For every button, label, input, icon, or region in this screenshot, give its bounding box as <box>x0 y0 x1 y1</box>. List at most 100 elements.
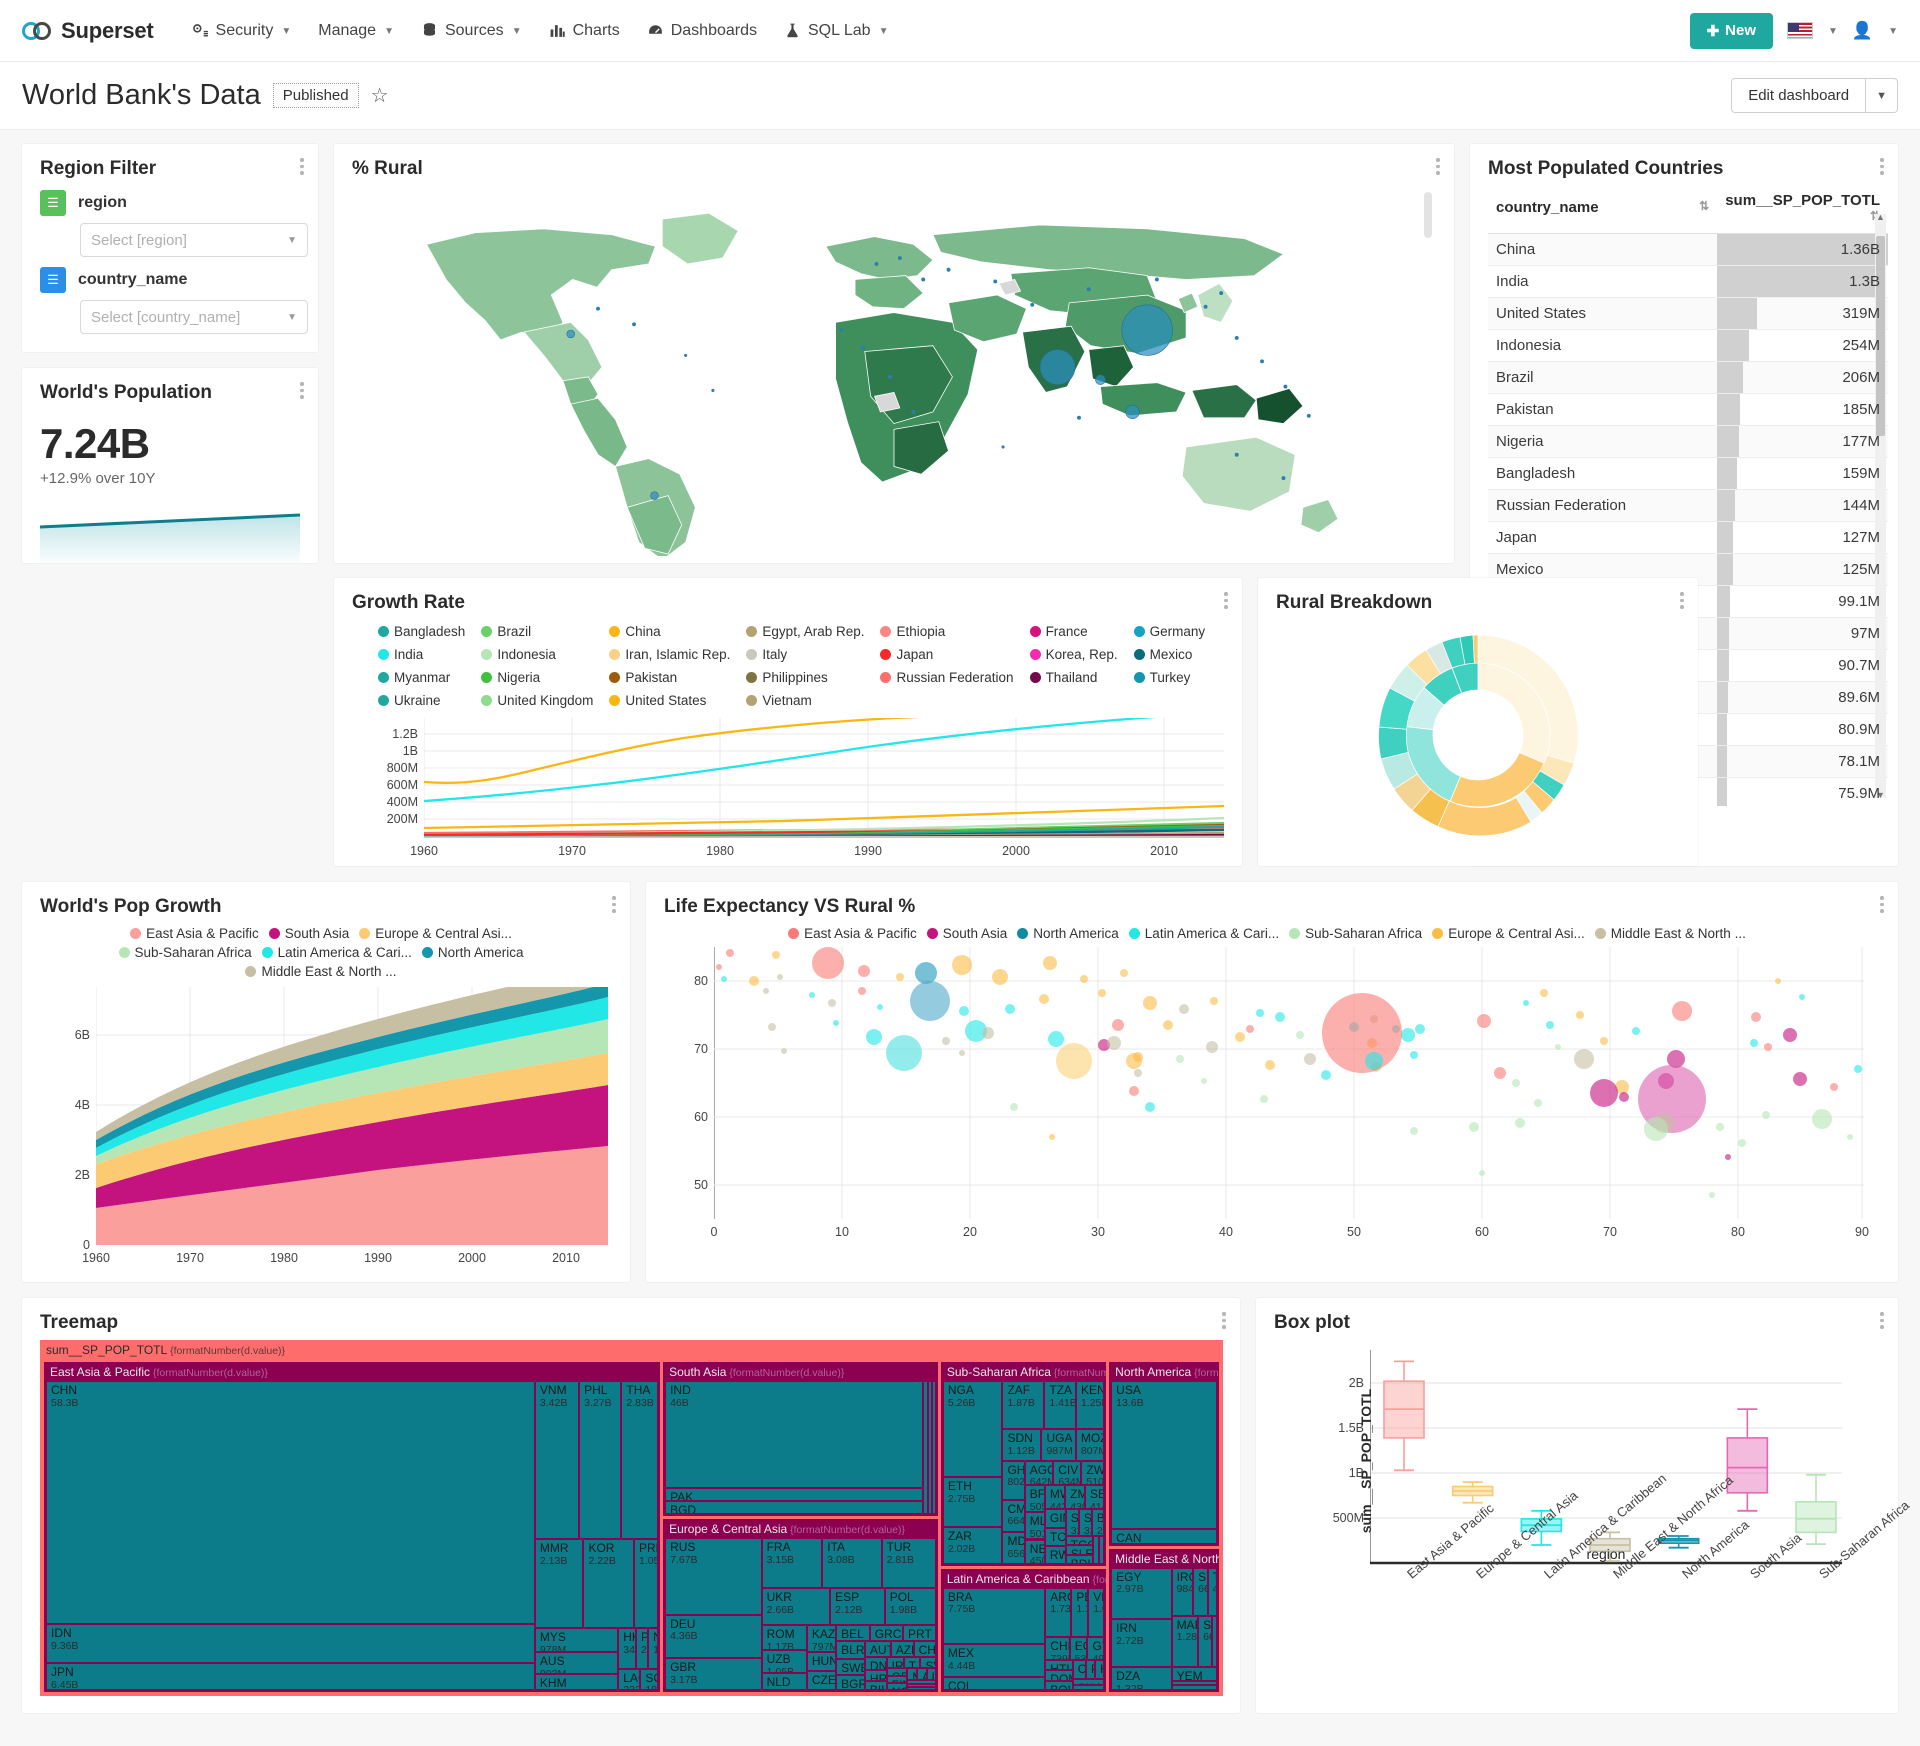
treemap-leaf[interactable]: LKA881M <box>931 1381 936 1515</box>
legend-item-scatter[interactable]: Middle East & North ... <box>1594 926 1746 941</box>
treemap-leaf[interactable]: BRA 7.75B <box>942 1587 1046 1645</box>
treemap-leaf[interactable]: SAU664M <box>1198 1615 1212 1667</box>
treemap-leaf[interactable]: IND 46B <box>665 1381 924 1488</box>
sort-icon[interactable]: ⇅ <box>1699 199 1709 213</box>
card-menu-icon[interactable] <box>1222 1312 1226 1329</box>
legend-item-growth-rate[interactable]: Brazil <box>481 624 593 639</box>
treemap-leaf[interactable]: SLE232M <box>1065 1545 1093 1555</box>
treemap-leaf[interactable]: LBR138M <box>1098 1535 1104 1564</box>
legend-item-pop-growth[interactable]: East Asia & Pacific <box>130 926 259 941</box>
treemap-leaf[interactable]: POL 1.98B <box>884 1587 936 1626</box>
nav-item-sql-lab[interactable]: SQL Lab ▼ <box>772 14 900 48</box>
legend-item-growth-rate[interactable]: Korea, Rep. <box>1029 647 1118 662</box>
treemap-leaf[interactable]: ETH 2.75B <box>942 1476 1003 1527</box>
box-plot-box[interactable] <box>1795 1473 1837 1546</box>
legend-item-growth-rate[interactable]: Ukraine <box>378 693 465 708</box>
treemap-leaf[interactable]: PRK1.05B <box>634 1538 658 1629</box>
legend-item-scatter[interactable]: Europe & Central Asi... <box>1432 926 1585 941</box>
treemap-leaf[interactable]: TUN419M <box>1207 1567 1217 1616</box>
legend-item-growth-rate[interactable]: Italy <box>746 647 864 662</box>
treemap-leaf[interactable]: BIH211M <box>864 1680 887 1690</box>
treemap-leaf[interactable]: COL1.78B <box>942 1676 1046 1690</box>
treemap-leaf[interactable]: BFA505M <box>1024 1485 1045 1513</box>
treemap-leaf[interactable]: DEU 4.36B <box>665 1614 762 1659</box>
legend-item-growth-rate[interactable]: Russian Federation <box>880 670 1014 685</box>
treemap-leaf[interactable]: BDI228M <box>1065 1554 1093 1564</box>
card-menu-icon[interactable] <box>1880 896 1884 913</box>
treemap-leaf[interactable]: IDN 9.36B <box>46 1624 535 1664</box>
legend-item-growth-rate[interactable]: United States <box>609 693 730 708</box>
treemap-leaf[interactable]: IRN 2.72B <box>1111 1619 1172 1667</box>
treemap-leaf[interactable]: CMR664M <box>1002 1499 1025 1532</box>
growth-rate-plot[interactable]: 1.2B 1B 800M 600M 400M 200M 1960 1970 19… <box>387 718 1224 858</box>
treemap-leaf[interactable]: NLD803M <box>761 1672 807 1690</box>
legend-item-growth-rate[interactable]: United Kingdom <box>481 693 593 708</box>
treemap-group[interactable]: North America {formatNumber(d.value)}USA… <box>1108 1361 1220 1547</box>
treemap-leaf[interactable]: MWI442M <box>1044 1485 1066 1509</box>
treemap-leaf[interactable]: FRA 3.15B <box>761 1537 823 1588</box>
treemap-leaf[interactable]: VNM 3.42B <box>534 1381 580 1539</box>
treemap-leaf[interactable]: GHA802M <box>1002 1460 1025 1500</box>
treemap-leaf[interactable]: SEN414M <box>1084 1485 1104 1509</box>
legend-item-growth-rate[interactable]: Turkey <box>1133 670 1206 685</box>
user-icon[interactable]: 👤 <box>1852 21 1873 41</box>
treemap-leaf[interactable]: MOZ807M <box>1075 1429 1104 1461</box>
legend-item-scatter[interactable]: Latin America & Cari... <box>1128 926 1279 941</box>
treemap-group[interactable]: Latin America & Caribbean {formatNumber(… <box>939 1567 1107 1693</box>
table-row[interactable]: Russian Federation 144M <box>1488 489 1888 522</box>
treemap-leaf[interactable]: SDN 1.12B <box>1002 1429 1042 1461</box>
treemap-leaf[interactable]: PNG241M <box>635 1628 649 1669</box>
treemap-leaf[interactable]: CAN1.37B <box>1111 1528 1217 1544</box>
table-row[interactable]: Indonesia 254M <box>1488 329 1888 362</box>
box-plot-area[interactable]: 2B 1.5B 1B 500M sum__SP_POP_TOTL East As… <box>1333 1350 1912 1581</box>
legend-item-growth-rate[interactable]: Germany <box>1133 624 1205 639</box>
legend-item-scatter[interactable]: Sub-Saharan Africa <box>1289 926 1422 941</box>
legend-item-pop-growth[interactable]: Middle East & North ... <box>245 964 397 979</box>
treemap-leaf[interactable]: FIN152M <box>886 1676 908 1684</box>
treemap-leaf[interactable]: LAO232M <box>618 1668 641 1690</box>
legend-item-growth-rate[interactable]: Egypt, Arab Rep. <box>746 624 864 639</box>
table-row[interactable]: Nigeria 177M <box>1488 425 1888 458</box>
treemap-leaf[interactable]: MDG656M <box>1002 1531 1025 1564</box>
treemap-leaf[interactable]: DOM371M <box>1045 1670 1073 1681</box>
legend-item-growth-rate[interactable]: Vietnam <box>746 693 864 708</box>
treemap-leaf[interactable]: SOM325M <box>1065 1508 1079 1536</box>
legend-item-growth-rate[interactable]: Bangladesh <box>378 624 465 639</box>
scatter-plot[interactable]: 80 70 60 50 0 10 20 30 40 50 60 70 80 90 <box>694 947 1880 1239</box>
legend-item-growth-rate[interactable]: China <box>609 624 730 639</box>
treemap-group[interactable]: East Asia & Pacific {formatNumber(d.valu… <box>43 1361 661 1693</box>
treemap-leaf[interactable]: SYR664M <box>1193 1567 1208 1616</box>
treemap-leaf[interactable]: LBY211M <box>1171 1685 1217 1690</box>
treemap-group[interactable]: Sub-Saharan Africa {formatNumber(d.value… <box>939 1361 1107 1567</box>
star-icon[interactable]: ☆ <box>371 83 389 108</box>
treemap-leaf[interactable]: ALB117M <box>917 1668 927 1680</box>
treemap-leaf[interactable]: GEO168M <box>886 1668 908 1676</box>
treemap-leaf[interactable]: THA 2.83B <box>621 1381 658 1539</box>
treemap-leaf[interactable]: LTU110M <box>926 1668 936 1680</box>
treemap-leaf[interactable]: DNK281M <box>864 1657 887 1670</box>
status-badge[interactable]: Published <box>272 83 359 108</box>
legend-item-growth-rate[interactable]: Nigeria <box>481 670 593 685</box>
treemap-chart[interactable]: sum__SP_POP_TOTL {formatNumber(d.value)}… <box>40 1340 1223 1696</box>
treemap-leaf[interactable]: PHL 3.27B <box>579 1381 622 1539</box>
worlds-pop-growth-plot[interactable]: 0 2B 4B 6B 1960 1970 1980 1990 2000 2010 <box>75 987 608 1265</box>
treemap-leaf[interactable]: KEN1.25B <box>1075 1381 1104 1430</box>
treemap-group[interactable]: Middle East & North Africa {formatNumber… <box>1108 1547 1220 1693</box>
edit-dashboard-button[interactable]: Edit dashboard <box>1731 78 1867 113</box>
treemap-leaf[interactable]: HKG349M <box>618 1628 636 1669</box>
legend-item-growth-rate[interactable]: Pakistan <box>609 670 730 685</box>
card-menu-icon[interactable] <box>1680 592 1684 609</box>
legend-item-scatter[interactable]: South Asia <box>926 926 1007 941</box>
treemap-leaf[interactable]: MDA118M <box>907 1668 918 1680</box>
legend-item-growth-rate[interactable]: Philippines <box>746 670 864 685</box>
nav-item-dashboards[interactable]: Dashboards <box>635 14 769 48</box>
table-row[interactable]: China 1.36B <box>1488 233 1888 266</box>
treemap-leaf[interactable]: ROM 1.17B <box>761 1625 807 1651</box>
box-plot-box[interactable] <box>1726 1408 1769 1512</box>
treemap-leaf[interactable]: NIC205M <box>1072 1685 1104 1690</box>
treemap-leaf[interactable]: UKR 2.66B <box>761 1587 831 1626</box>
treemap-leaf[interactable]: YEM616M <box>1171 1666 1217 1681</box>
table-row[interactable]: United States 319M <box>1488 297 1888 330</box>
card-menu-icon[interactable] <box>300 158 304 175</box>
treemap-leaf[interactable]: NOR147M <box>886 1683 908 1690</box>
